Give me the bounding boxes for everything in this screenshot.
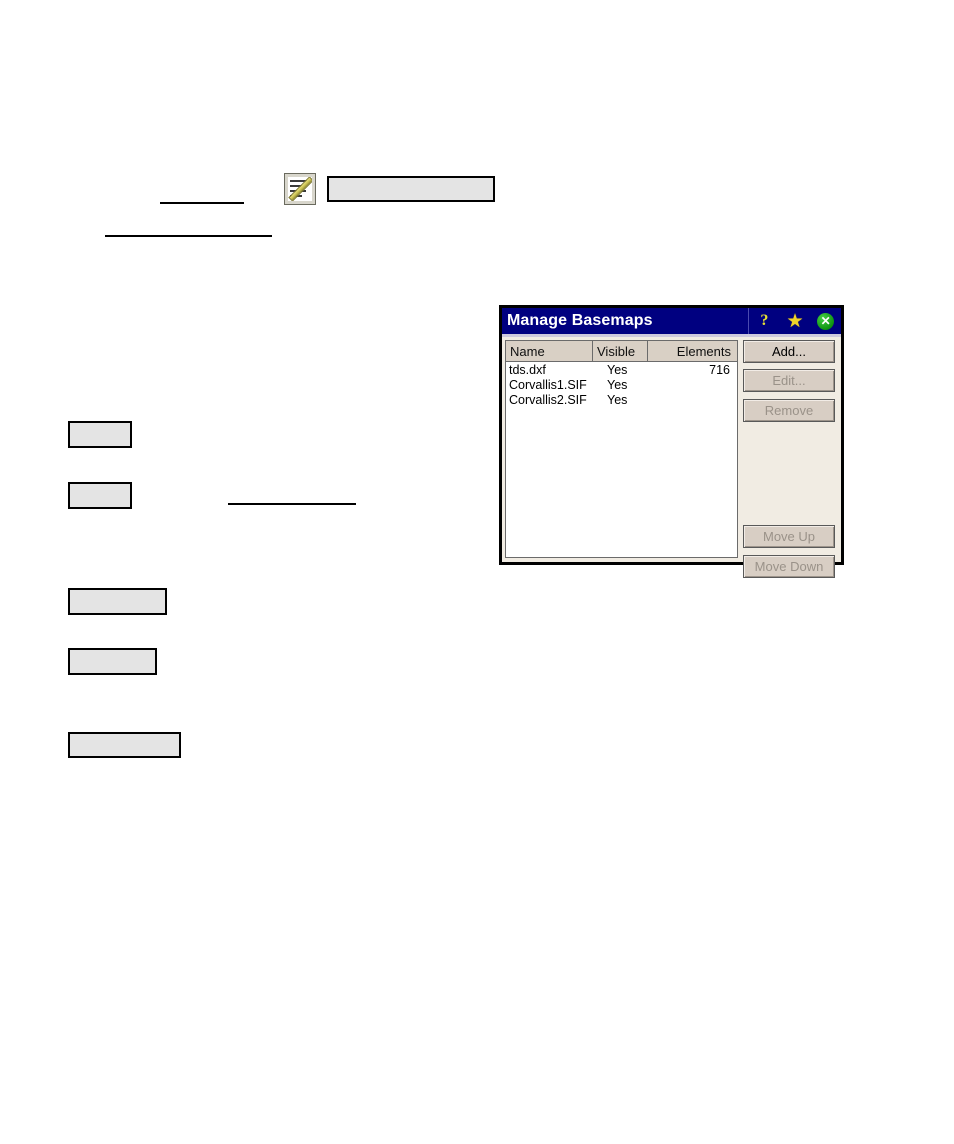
column-header-elements[interactable]: Elements [648,341,737,361]
cell-name: tds.dxf [509,363,546,377]
dialog-title: Manage Basemaps [507,312,653,329]
redacted-field-1[interactable] [68,421,132,448]
cell-visible: Yes [607,393,628,407]
redacted-underline-3 [228,503,356,505]
manage-basemaps-dialog: Manage Basemaps ? ★ ✕ Name Visible Eleme… [499,305,844,578]
remove-button[interactable]: Remove [743,399,835,422]
titlebar-icon-group: ? ★ ✕ [748,308,841,334]
basemaps-list-header: Name Visible Elements [505,340,738,362]
favorites-star-icon[interactable]: ★ [784,310,806,332]
help-icon-glyph: ? [760,312,769,329]
redacted-field-4[interactable] [68,648,157,675]
redacted-field-3[interactable] [68,588,167,615]
move-up-button[interactable]: Move Up [743,525,835,548]
move-down-button[interactable]: Move Down [743,555,835,578]
add-button[interactable]: Add... [743,340,835,363]
help-icon[interactable]: ? [753,310,775,332]
cell-visible: Yes [607,363,628,377]
cell-name: Corvallis1.SIF [509,378,587,392]
close-icon-glyph: ✕ [817,312,835,330]
redacted-underline-1 [160,202,244,204]
cell-name: Corvallis2.SIF [509,393,587,407]
column-header-name[interactable]: Name [506,341,593,361]
dialog-titlebar: Manage Basemaps ? ★ ✕ [502,308,841,334]
cell-visible: Yes [607,378,628,392]
redacted-underline-2 [105,235,272,237]
redacted-field-5[interactable] [68,732,181,758]
edit-button[interactable]: Edit... [743,369,835,392]
dialog-button-panel: Add... Edit... Remove Move Up Move Down [743,340,837,578]
dialog-body: Name Visible Elements tds.dxf Yes 716 Co… [502,337,841,578]
table-row[interactable]: Corvallis1.SIF Yes [506,378,737,393]
basemaps-list-panel: Name Visible Elements tds.dxf Yes 716 Co… [505,340,738,558]
cell-elements [648,393,735,408]
close-icon[interactable]: ✕ [815,310,837,332]
redacted-field-2[interactable] [68,482,132,509]
table-row[interactable]: tds.dxf Yes 716 [506,363,737,378]
column-header-visible[interactable]: Visible [593,341,648,361]
cell-elements [648,378,735,393]
table-row[interactable]: Corvallis2.SIF Yes [506,393,737,408]
cell-elements: 716 [709,363,730,377]
redacted-field-top-right[interactable] [327,176,495,202]
favorites-star-icon-glyph: ★ [786,310,804,332]
basemaps-list-body[interactable]: tds.dxf Yes 716 Corvallis1.SIF Yes Corva… [505,362,738,558]
edit-basemap-icon[interactable] [284,173,316,205]
edit-basemap-icon-inner [288,177,312,201]
